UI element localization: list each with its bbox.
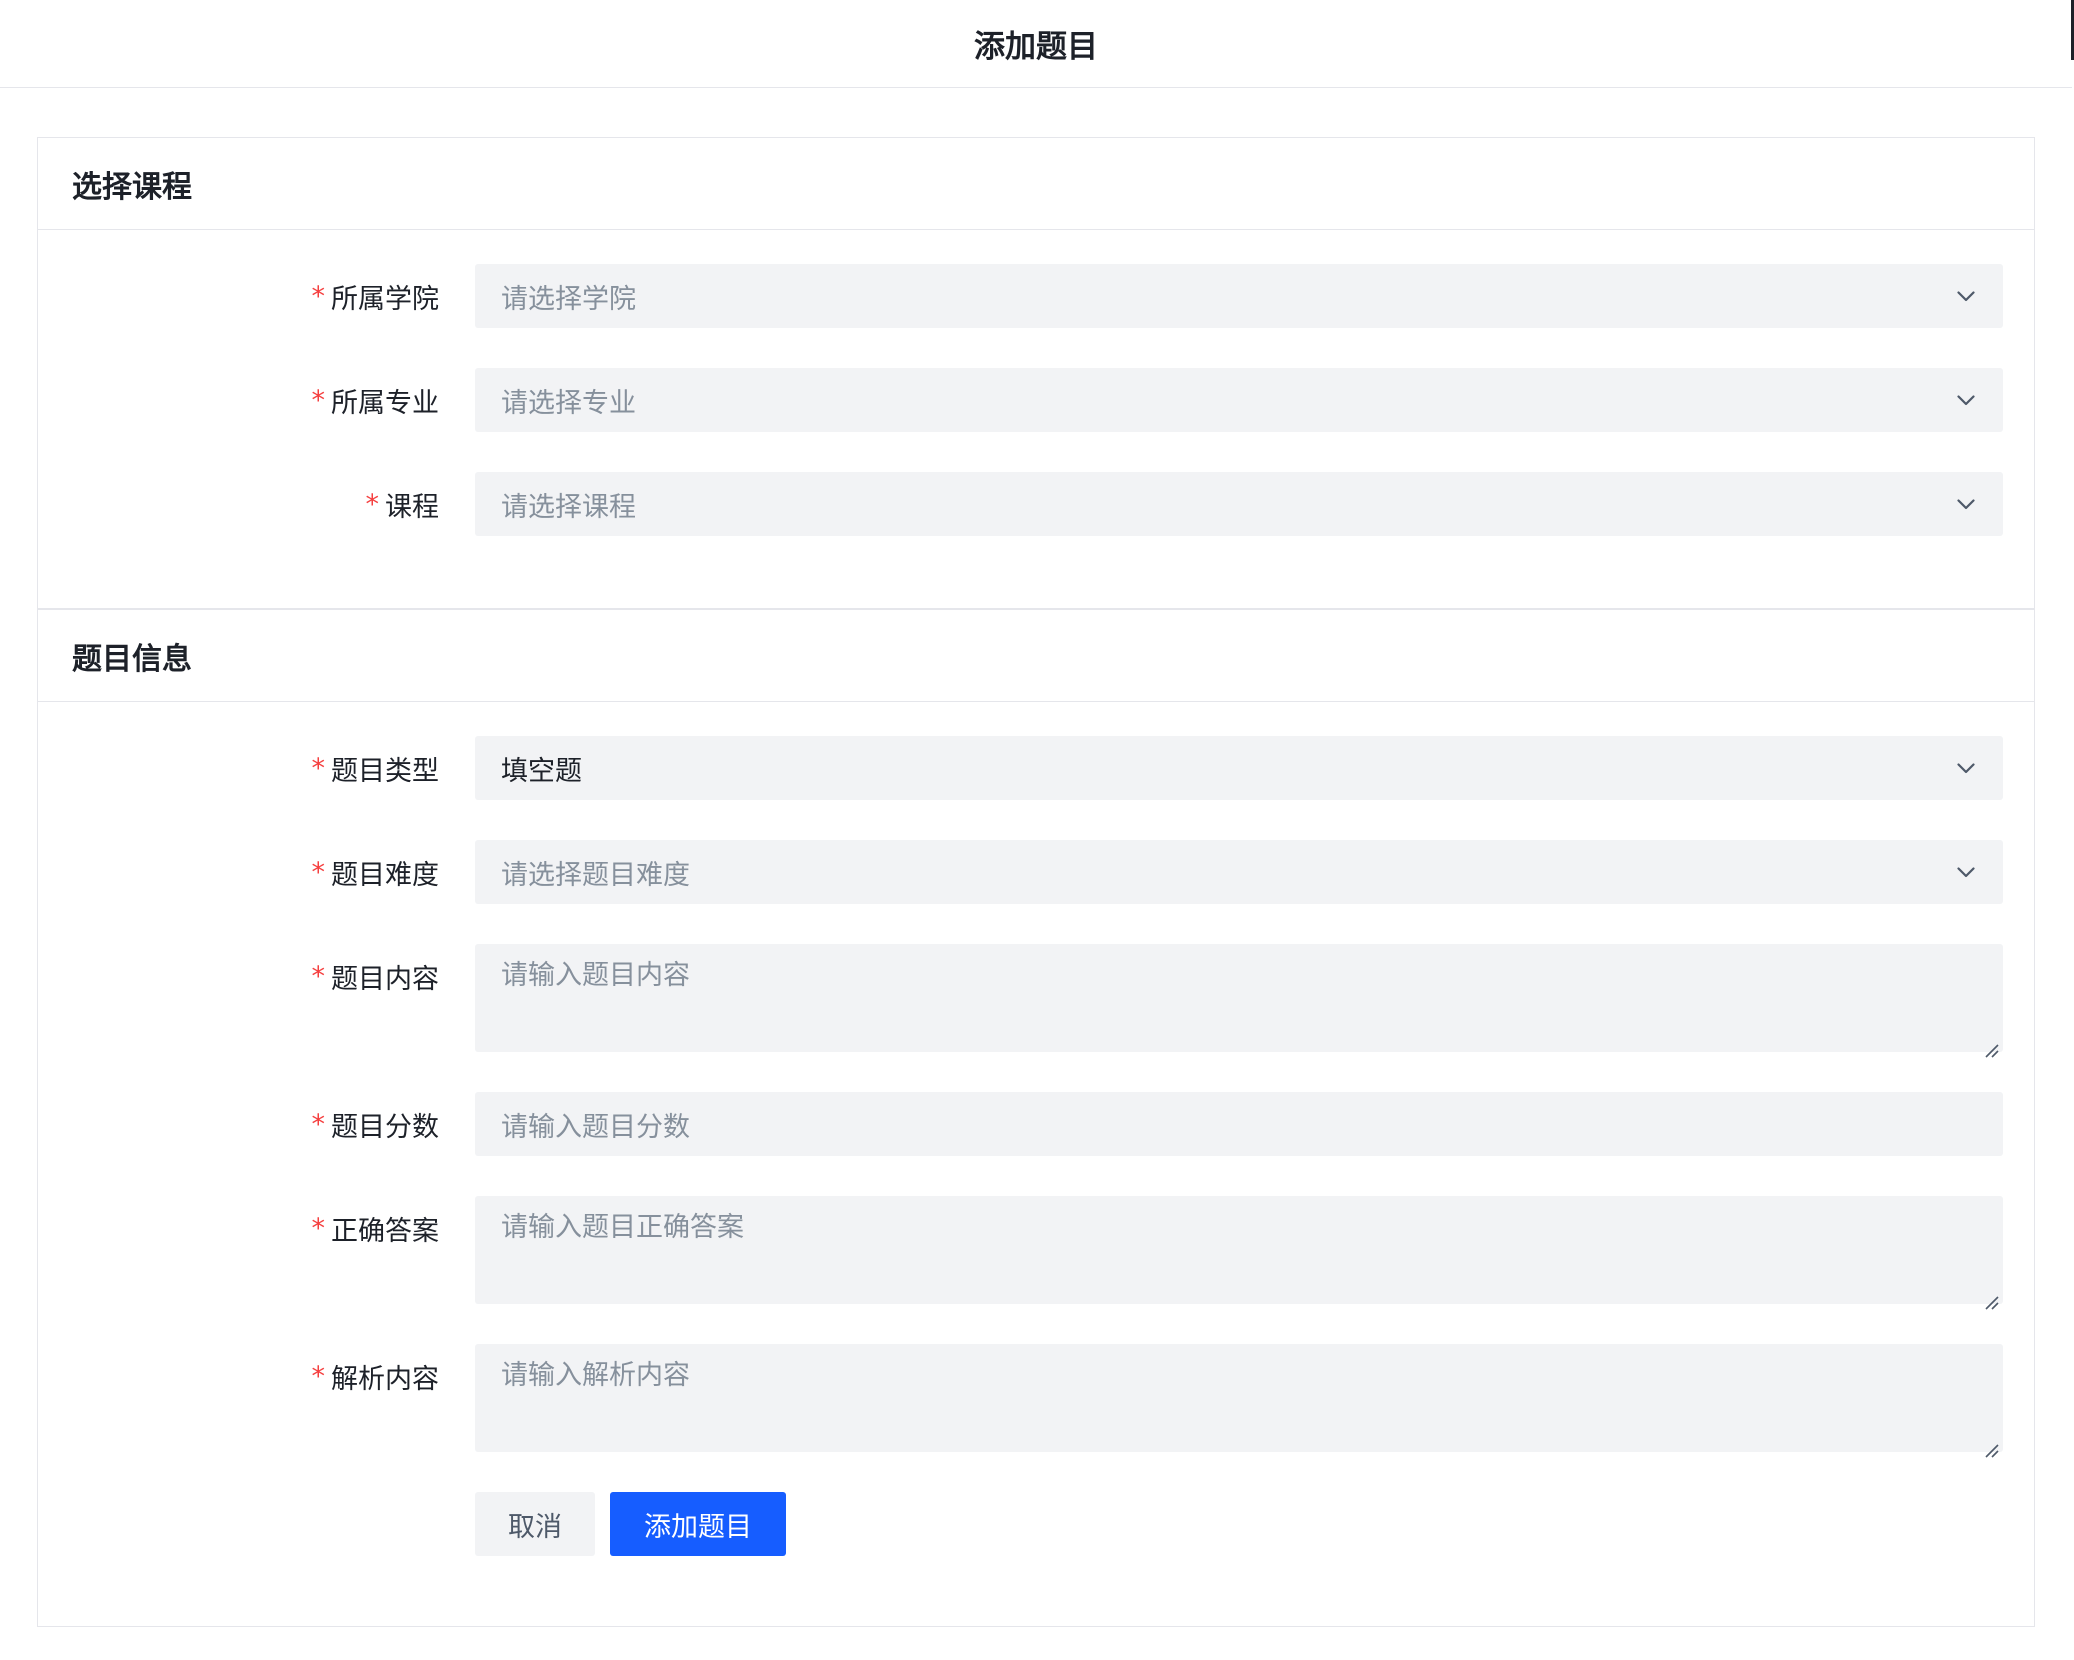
difficulty-select-placeholder: 请选择题目难度 <box>501 859 690 891</box>
content-label: * 题目内容 <box>312 944 440 1008</box>
required-mark: * <box>311 856 326 888</box>
analysis-label-text: 解析内容 <box>331 1363 439 1395</box>
course-section-card: 选择课程 * 所属学院 请选择学院 * 所属专业 请选择专业 * 课程 请选择课… <box>37 137 2035 609</box>
course-select[interactable]: 请选择课程 <box>475 472 2003 536</box>
question-content-textarea[interactable]: 请输入题目内容 <box>475 944 2003 1058</box>
question-section-card: 题目信息 * 题目类型 填空题 * 题目难度 请选择题目难度 * 题目内容 请输… <box>37 609 2035 1627</box>
page-header: 添加题目 <box>0 0 2072 88</box>
chevron-down-icon <box>1955 757 1977 779</box>
course-select-placeholder: 请选择课程 <box>501 491 636 523</box>
page-title: 添加题目 <box>974 29 1098 65</box>
type-label-text: 题目类型 <box>331 755 439 787</box>
question-content-placeholder: 请输入题目内容 <box>501 960 690 991</box>
question-type-select[interactable]: 填空题 <box>475 736 2003 800</box>
score-label-text: 题目分数 <box>331 1111 439 1143</box>
difficulty-label-text: 题目难度 <box>331 859 439 891</box>
resize-handle-icon[interactable] <box>1983 1032 1999 1058</box>
answer-label: * 正确答案 <box>312 1196 440 1260</box>
score-input[interactable]: 请输入题目分数 <box>475 1092 2003 1156</box>
chevron-down-icon <box>1955 389 1977 411</box>
chevron-down-icon <box>1955 285 1977 307</box>
college-select-placeholder: 请选择学院 <box>501 283 636 315</box>
analysis-placeholder: 请输入解析内容 <box>501 1360 690 1391</box>
college-select[interactable]: 请选择学院 <box>475 264 2003 328</box>
required-mark: * <box>311 280 326 312</box>
score-label: * 题目分数 <box>312 1092 440 1156</box>
type-label: * 题目类型 <box>312 736 440 800</box>
form-actions: 取消 添加题目 <box>38 1492 2034 1556</box>
course-label-text: 课程 <box>385 491 439 523</box>
course-label: * 课程 <box>366 472 440 536</box>
analysis-textarea[interactable]: 请输入解析内容 <box>475 1344 2003 1458</box>
analysis-label: * 解析内容 <box>312 1344 440 1408</box>
required-mark: * <box>311 960 326 992</box>
required-mark: * <box>311 1212 326 1244</box>
answer-placeholder: 请输入题目正确答案 <box>501 1212 744 1243</box>
resize-handle-icon[interactable] <box>1983 1432 1999 1458</box>
course-section-title: 选择课程 <box>72 169 192 205</box>
required-mark: * <box>311 752 326 784</box>
required-mark: * <box>311 1360 326 1392</box>
question-section-title: 题目信息 <box>72 641 192 677</box>
question-section-header: 题目信息 <box>38 610 2034 702</box>
score-input-placeholder: 请输入题目分数 <box>501 1111 690 1143</box>
cancel-button[interactable]: 取消 <box>475 1492 595 1556</box>
add-question-button[interactable]: 添加题目 <box>610 1492 786 1556</box>
major-label: * 所属专业 <box>312 368 440 432</box>
required-mark: * <box>365 488 380 520</box>
question-type-value: 填空题 <box>501 755 582 787</box>
required-mark: * <box>311 1108 326 1140</box>
chevron-down-icon <box>1955 861 1977 883</box>
resize-handle-icon[interactable] <box>1983 1284 1999 1310</box>
answer-textarea[interactable]: 请输入题目正确答案 <box>475 1196 2003 1310</box>
difficulty-label: * 题目难度 <box>312 840 440 904</box>
course-section-header: 选择课程 <box>38 138 2034 230</box>
content-label-text: 题目内容 <box>331 963 439 995</box>
difficulty-select[interactable]: 请选择题目难度 <box>475 840 2003 904</box>
chevron-down-icon <box>1955 493 1977 515</box>
college-label: * 所属学院 <box>312 264 440 328</box>
major-select-placeholder: 请选择专业 <box>501 387 636 419</box>
required-mark: * <box>311 384 326 416</box>
major-select[interactable]: 请选择专业 <box>475 368 2003 432</box>
answer-label-text: 正确答案 <box>331 1215 439 1247</box>
major-label-text: 所属专业 <box>331 387 439 419</box>
college-label-text: 所属学院 <box>331 283 439 315</box>
